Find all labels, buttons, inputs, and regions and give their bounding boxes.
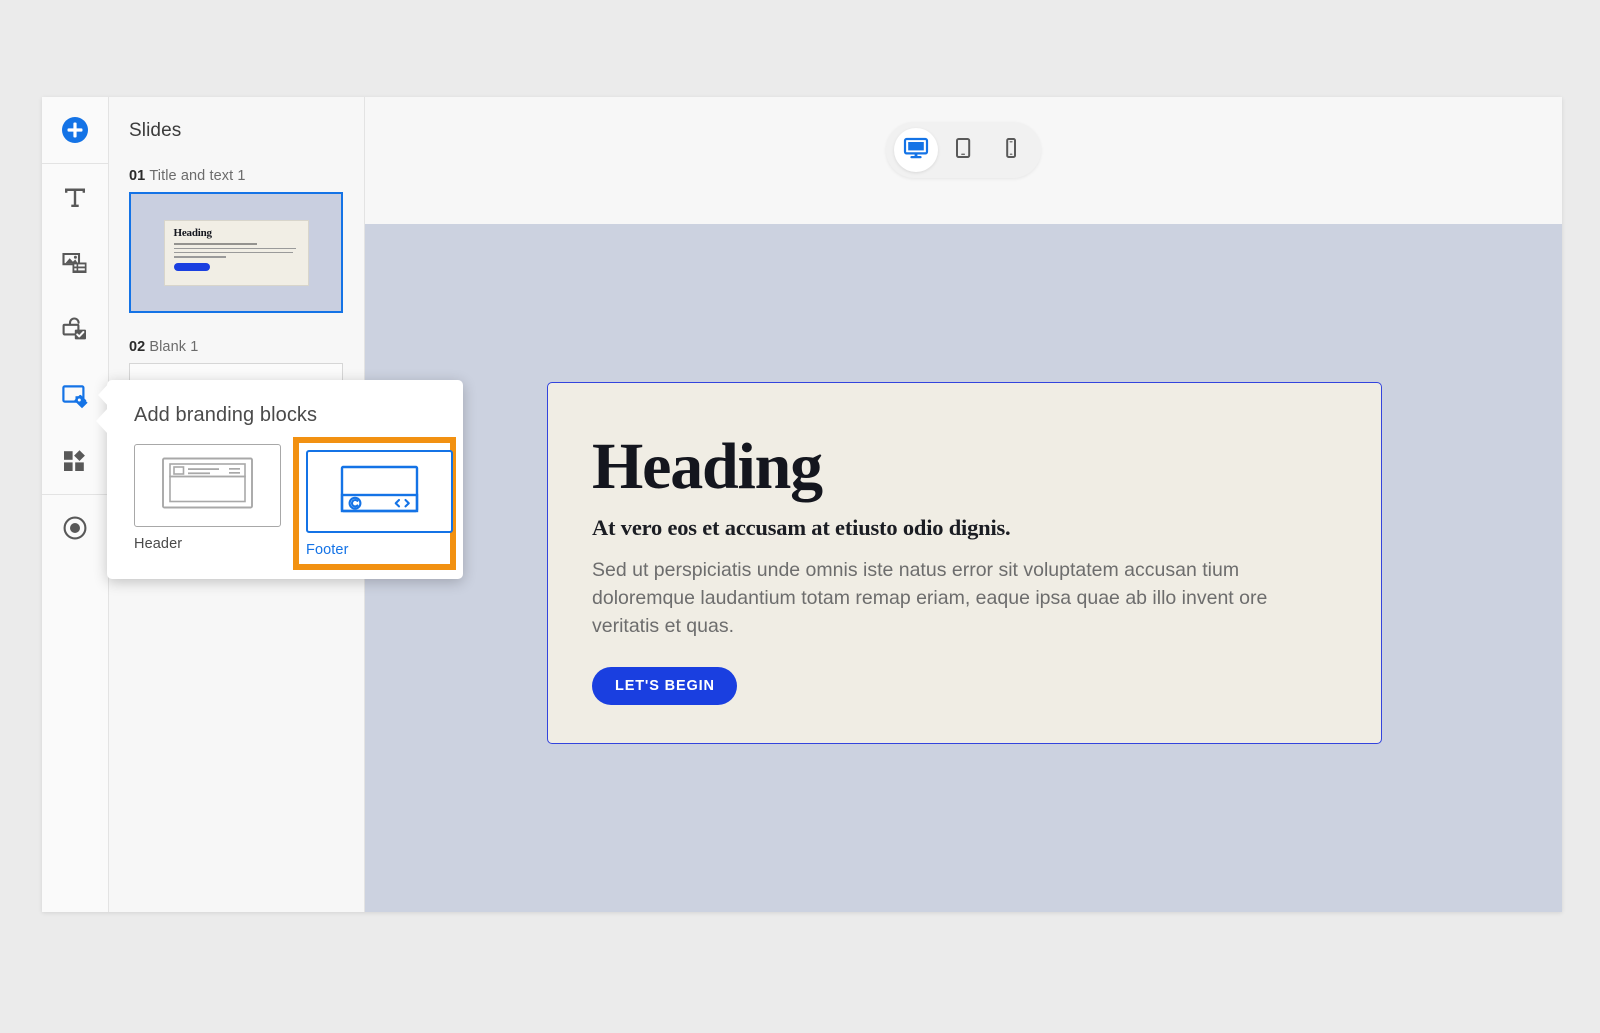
lets-begin-button[interactable]: LET'S BEGIN bbox=[592, 667, 737, 706]
header-card-box[interactable] bbox=[134, 444, 281, 527]
footer-block-icon bbox=[328, 459, 431, 524]
branding-option-footer[interactable]: Footer bbox=[293, 437, 456, 570]
slide-list-item-01[interactable]: 01 Title and text 1 Heading bbox=[109, 168, 364, 313]
copyright-symbol bbox=[348, 496, 362, 510]
slide-number-02: 02 bbox=[129, 339, 146, 355]
branding-option-header[interactable]: Header bbox=[134, 444, 281, 552]
desktop-icon bbox=[903, 135, 929, 166]
branding-tag-icon bbox=[61, 381, 90, 410]
slide-label-02: 02 Blank 1 bbox=[129, 339, 344, 355]
thumbnail-cta-button bbox=[173, 262, 210, 271]
device-option-tablet[interactable] bbox=[941, 128, 985, 172]
header-block-icon bbox=[156, 453, 259, 518]
canvas-area: Heading At vero eos et accusam at etiust… bbox=[365, 97, 1562, 912]
device-option-mobile[interactable] bbox=[989, 128, 1033, 172]
header-card-label: Header bbox=[134, 536, 183, 552]
device-preview-toggle bbox=[886, 122, 1041, 178]
popup-arrow bbox=[96, 408, 108, 434]
interactive-tool[interactable] bbox=[42, 296, 109, 362]
add-button[interactable] bbox=[42, 97, 109, 163]
thumbnail-body-line bbox=[173, 255, 227, 258]
record-icon bbox=[61, 514, 89, 542]
slide-heading: Heading bbox=[592, 430, 823, 503]
thumbnail-body-line bbox=[173, 251, 294, 254]
record-tool[interactable] bbox=[42, 495, 109, 561]
plus-circle-icon bbox=[60, 115, 90, 145]
thumbnail-subheading-bar bbox=[173, 242, 257, 245]
interactive-icon bbox=[61, 315, 89, 343]
mobile-icon bbox=[1000, 137, 1022, 164]
thumbnail-body-line bbox=[173, 247, 296, 250]
rail-group-tools bbox=[42, 164, 110, 494]
popup-title: Add branding blocks bbox=[134, 404, 318, 426]
footer-card-box[interactable] bbox=[306, 450, 453, 533]
tool-rail bbox=[42, 97, 110, 912]
tablet-icon bbox=[952, 137, 974, 164]
rail-group-top bbox=[42, 97, 108, 163]
media-tool[interactable] bbox=[42, 230, 109, 296]
components-icon bbox=[61, 447, 89, 475]
slide-content-block[interactable]: Heading At vero eos et accusam at etiust… bbox=[547, 382, 1382, 744]
slide-subheading: At vero eos et accusam at etiusto odio d… bbox=[592, 515, 1011, 541]
thumbnail-heading: Heading bbox=[173, 226, 213, 239]
slide-title-02: Blank 1 bbox=[149, 339, 199, 355]
rail-group-record bbox=[42, 495, 108, 561]
slide-body-text: Sed ut perspiciatis unde omnis iste natu… bbox=[592, 559, 1268, 637]
rail-callout-notch bbox=[97, 382, 110, 408]
footer-card-label: Footer bbox=[306, 542, 349, 558]
preview-stage: Heading At vero eos et accusam at etiust… bbox=[365, 224, 1562, 912]
slide-title-01: Title and text 1 bbox=[149, 168, 246, 184]
device-option-desktop[interactable] bbox=[893, 128, 938, 172]
slides-panel-title: Slides bbox=[129, 120, 182, 141]
slide-number-01: 01 bbox=[129, 168, 146, 184]
media-icon bbox=[61, 249, 89, 277]
slide-thumbnail-01[interactable]: Heading bbox=[129, 192, 343, 313]
branding-block-options: Header Footer bbox=[134, 437, 463, 570]
add-branding-blocks-popup: Add branding blocks Header Footer bbox=[96, 380, 463, 579]
thumbnail-slide-card: Heading bbox=[163, 219, 309, 286]
text-icon bbox=[61, 183, 89, 211]
components-tool[interactable] bbox=[42, 428, 109, 494]
slide-label-01: 01 Title and text 1 bbox=[129, 168, 344, 184]
text-tool[interactable] bbox=[42, 164, 109, 230]
